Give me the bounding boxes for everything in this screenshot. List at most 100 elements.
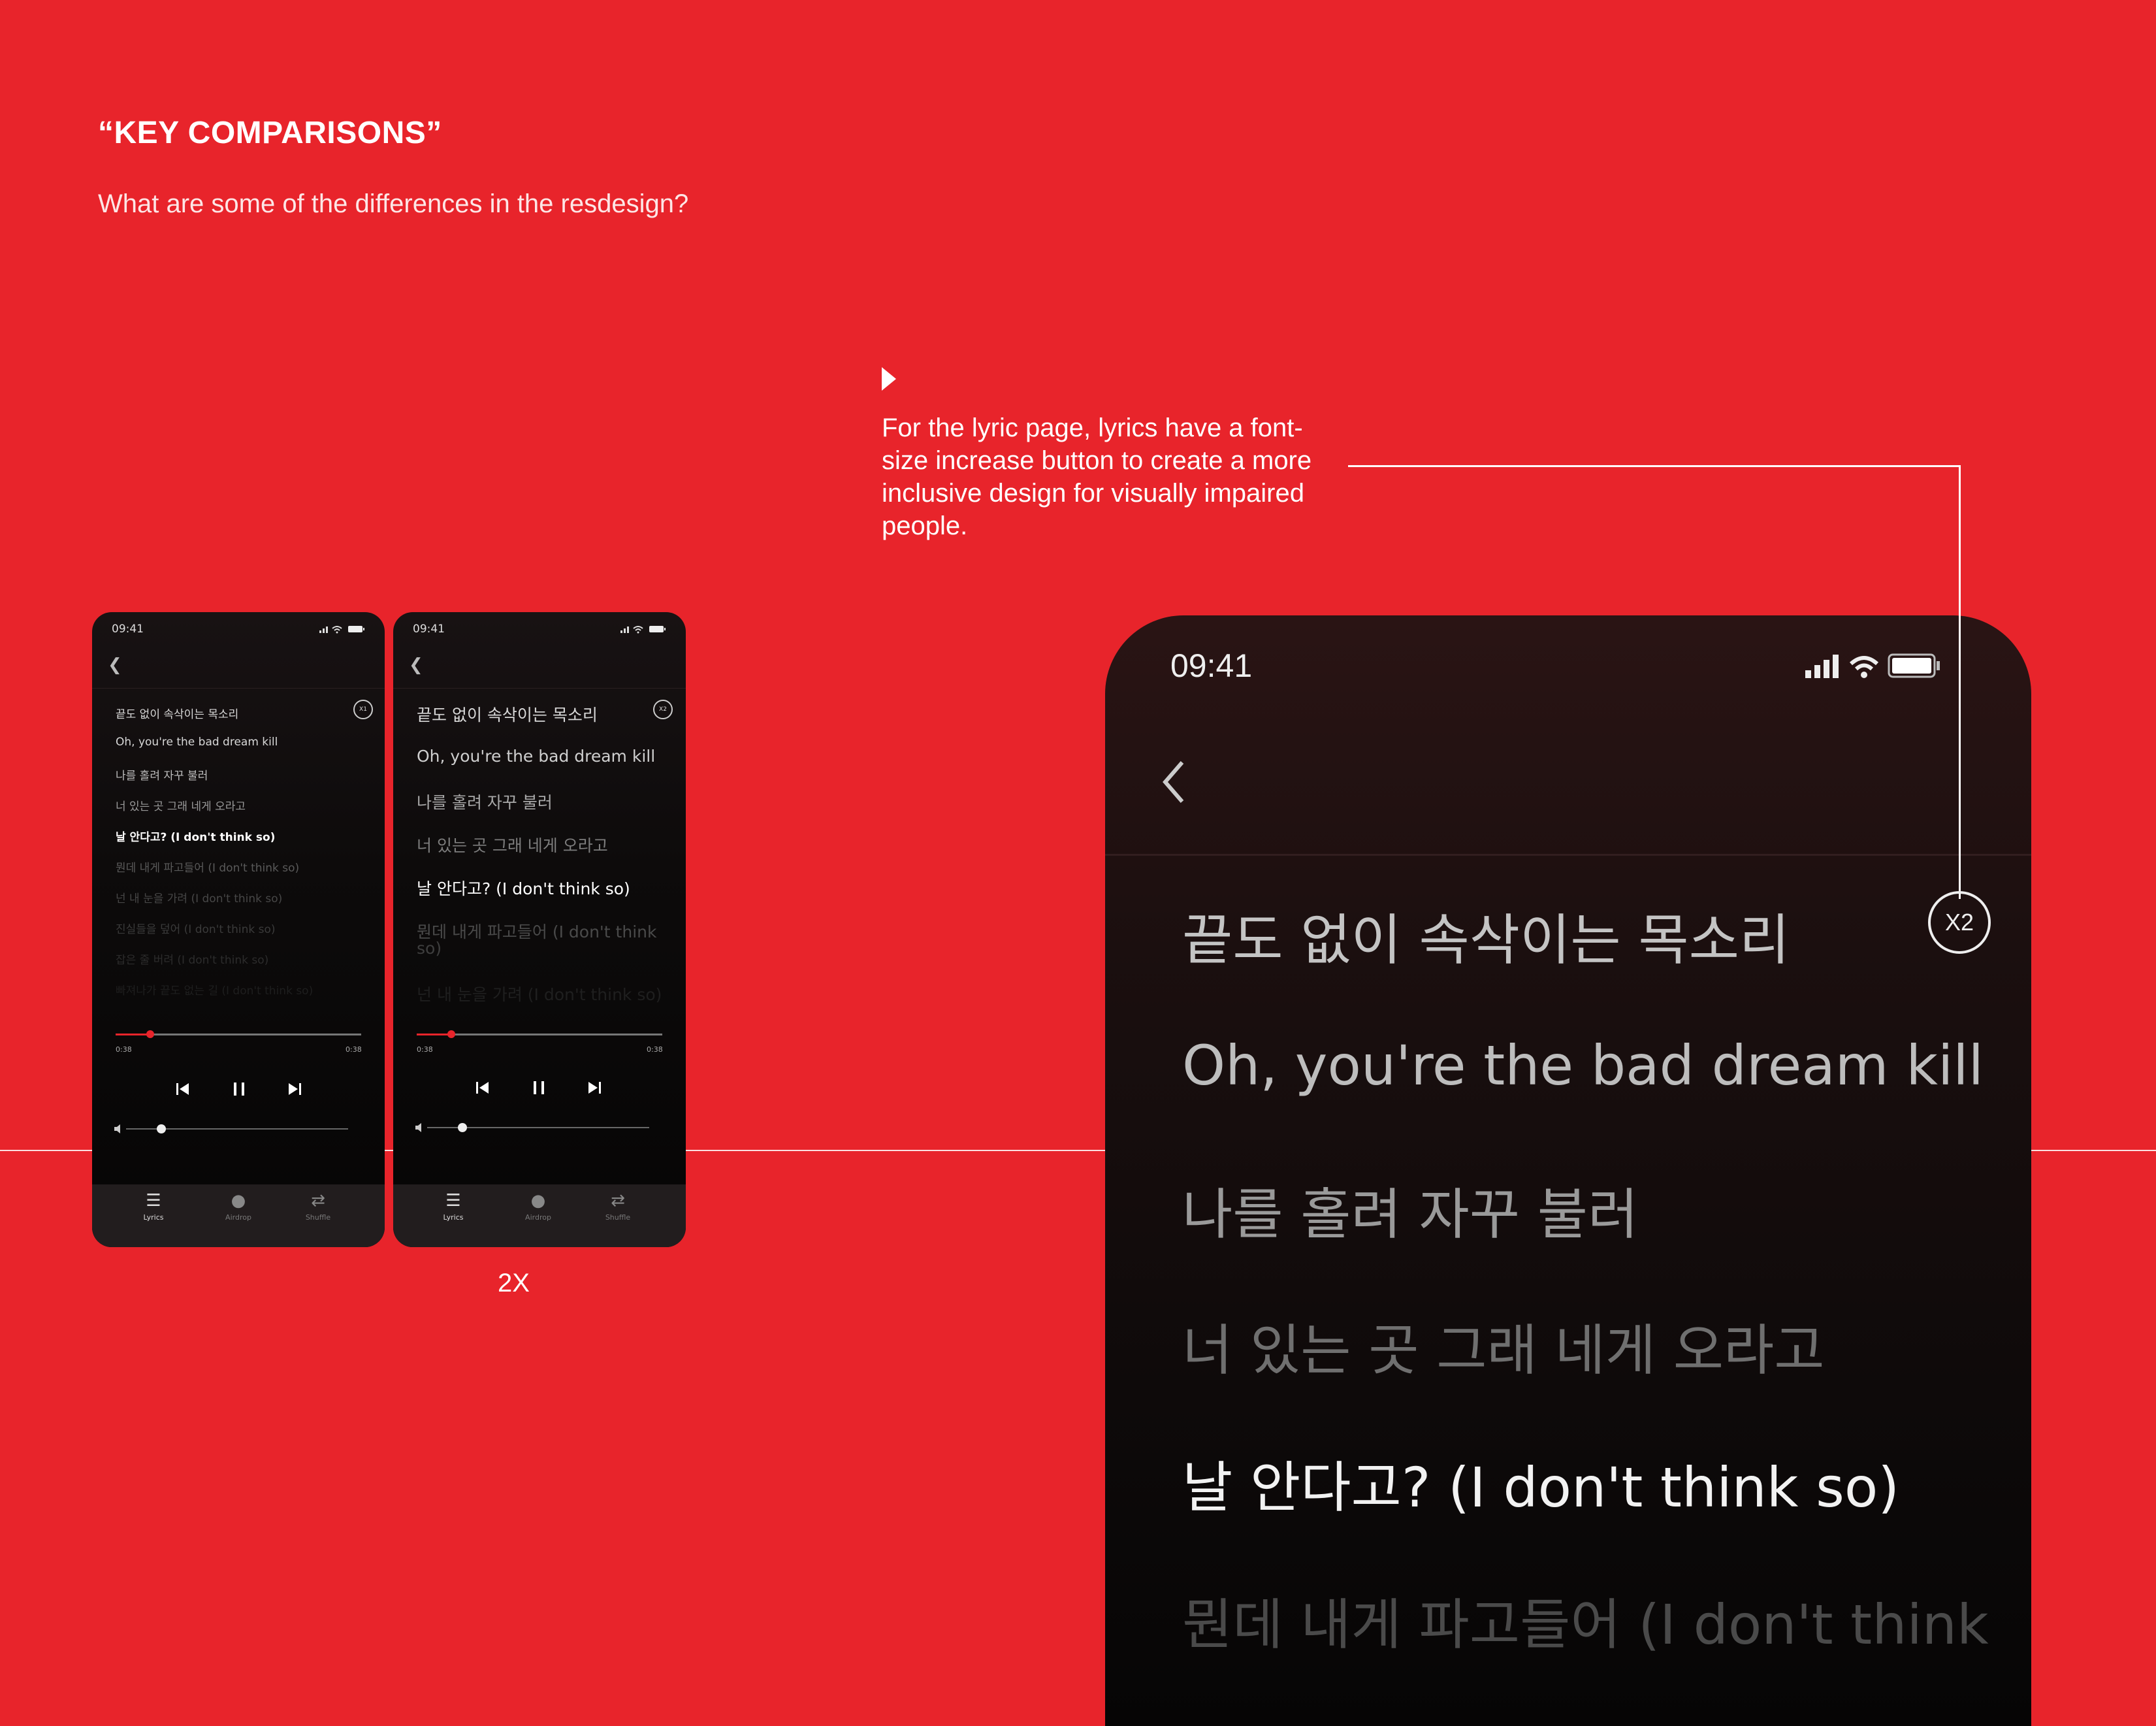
connector-line (1348, 465, 1961, 467)
status-icons (620, 626, 666, 634)
tab-bar: ☰ Lyrics ● Airdrop ⇄ Shuffle (92, 1184, 385, 1247)
pause-button[interactable] (231, 1080, 248, 1103)
lyric-line-current: 날 안다고? (I don't think so) (1182, 1456, 1900, 1520)
previous-button[interactable] (474, 1079, 491, 1101)
lyric-line: 끝도 없이 속삭이는 목소리 (116, 708, 239, 721)
font-size-toggle-button[interactable]: X2 (653, 700, 673, 719)
status-time: 09:41 (413, 623, 445, 636)
comparison-caption: 2X (498, 1269, 530, 1297)
lyric-line: so) (417, 939, 442, 958)
lyrics-icon: ☰ (146, 1191, 161, 1211)
lyric-line: 뭔데 내게 파고들어 (I don't think so) (116, 862, 300, 875)
back-icon: ❮ (108, 655, 122, 675)
playback-progress-bar[interactable] (417, 1030, 662, 1038)
tab-shuffle[interactable]: ⇄ Shuffle (592, 1191, 644, 1222)
tab-bar: ☰ Lyrics ● Airdrop ⇄ Shuffle (393, 1184, 686, 1247)
progress-fill (116, 1034, 150, 1035)
next-button[interactable] (286, 1080, 303, 1103)
elapsed-time: 0:38 (417, 1045, 433, 1054)
back-button[interactable]: ❮ (409, 655, 423, 675)
volume-slider[interactable] (126, 1124, 348, 1133)
lyric-line-current: 날 안다고? (I don't think so) (116, 831, 276, 844)
tab-airdrop[interactable]: ● Airdrop (212, 1191, 265, 1222)
annotation-text: For the lyric page, lyrics have a font-s… (882, 414, 1312, 540)
volume-icon (114, 1124, 120, 1133)
play-arrow-icon (882, 367, 896, 391)
wifi-icon (332, 626, 342, 634)
tab-label: Lyrics (143, 1213, 164, 1222)
tab-shuffle[interactable]: ⇄ Shuffle (292, 1191, 344, 1222)
next-button[interactable] (586, 1079, 603, 1101)
battery-icon (348, 626, 364, 632)
back-icon (1163, 761, 1184, 803)
back-button[interactable] (1157, 756, 1190, 811)
lyrics-icon: ☰ (445, 1191, 461, 1211)
volume-icon (415, 1123, 421, 1132)
pause-button[interactable] (530, 1079, 547, 1101)
signal-icon (1805, 655, 1839, 678)
next-icon (588, 1082, 601, 1094)
shuffle-icon: ⇄ (611, 1191, 625, 1211)
font-size-toggle-button[interactable]: X2 (1928, 891, 1991, 954)
lyric-line: 너 있는 곳 그래 네게 오라고 (1182, 1318, 1825, 1382)
previous-button[interactable] (174, 1080, 191, 1103)
tab-label: Airdrop (525, 1213, 551, 1222)
status-icons (319, 626, 364, 634)
lyric-line: 뭔데 내게 파고들어 (I don't think (417, 922, 657, 941)
lyric-line: Oh, you're the bad dream kill (116, 736, 278, 749)
volume-thumb[interactable] (458, 1123, 468, 1132)
volume-slider[interactable] (427, 1123, 649, 1132)
lyric-line: 넌 내 눈을 가려 (I don't think so) (116, 892, 283, 905)
lyric-line: 빠져나가 끝도 없는 길 (I don't think so) (116, 985, 314, 998)
tab-label: Lyrics (443, 1213, 464, 1222)
shuffle-icon: ⇄ (311, 1191, 325, 1211)
phone-mockup-enlarged: 09:41 끝도 없이 속삭이는 목소리 Oh, you're the bad … (1105, 615, 2031, 1726)
font-size-toggle-button[interactable]: X1 (353, 700, 373, 719)
total-time: 0:38 (647, 1045, 663, 1054)
lyric-line: 너 있는 곳 그래 네게 오라고 (417, 836, 608, 855)
status-icons (1805, 653, 1940, 678)
lyric-line: 잡은 줄 버려 (I don't think so) (116, 954, 269, 967)
lyric-line: 넌 내 눈을 가려 (I don't think so) (417, 985, 662, 1004)
tab-label: Airdrop (225, 1213, 251, 1222)
signal-icon (620, 627, 629, 633)
wifi-icon (633, 626, 643, 634)
progress-thumb[interactable] (447, 1030, 455, 1038)
airdrop-icon: ● (530, 1191, 546, 1211)
connector-line (1959, 465, 1961, 899)
wifi-icon (1849, 656, 1879, 678)
header-divider (393, 688, 686, 689)
status-time: 09:41 (1170, 647, 1253, 684)
tab-label: Shuffle (305, 1213, 331, 1222)
next-icon (289, 1083, 301, 1095)
signal-icon (319, 627, 328, 633)
status-time: 09:41 (112, 623, 144, 636)
pause-icon (534, 1081, 544, 1094)
progress-thumb[interactable] (146, 1030, 154, 1038)
header-divider (92, 688, 385, 689)
phone-mockup-2x: 09:41 ❮ X2 끝도 없이 속삭이는 목소리 Oh, you're the… (393, 612, 686, 1247)
elapsed-time: 0:38 (116, 1045, 132, 1054)
lyric-line: 뭔데 내게 파고들어 (I don't think (1182, 1593, 1989, 1657)
playback-progress-bar[interactable] (116, 1030, 361, 1038)
previous-icon (476, 1082, 489, 1094)
volume-thumb[interactable] (157, 1124, 167, 1133)
progress-fill (417, 1034, 451, 1035)
slide-subtitle: What are some of the differences in the … (98, 189, 689, 218)
battery-icon (649, 626, 666, 632)
tab-lyrics[interactable]: ☰ Lyrics (127, 1191, 180, 1222)
tab-lyrics[interactable]: ☰ Lyrics (427, 1191, 479, 1222)
back-icon: ❮ (409, 655, 423, 675)
lyric-line: 나를 홀려 자꾸 불러 (1182, 1182, 1639, 1246)
pause-icon (234, 1083, 244, 1096)
lyric-line: 나를 홀려 자꾸 불러 (116, 770, 208, 783)
lyric-line: 끝도 없이 속삭이는 목소리 (417, 706, 598, 725)
lyric-line: 끝도 없이 속삭이는 목소리 (1182, 908, 1790, 972)
previous-icon (176, 1083, 189, 1095)
total-time: 0:38 (346, 1045, 362, 1054)
lyric-line-current: 날 안다고? (I don't think so) (417, 879, 630, 898)
tab-airdrop[interactable]: ● Airdrop (512, 1191, 564, 1222)
header-divider (1105, 854, 2031, 856)
lyric-line: 너 있는 곳 그래 네게 오라고 (116, 800, 246, 813)
back-button[interactable]: ❮ (108, 655, 122, 675)
